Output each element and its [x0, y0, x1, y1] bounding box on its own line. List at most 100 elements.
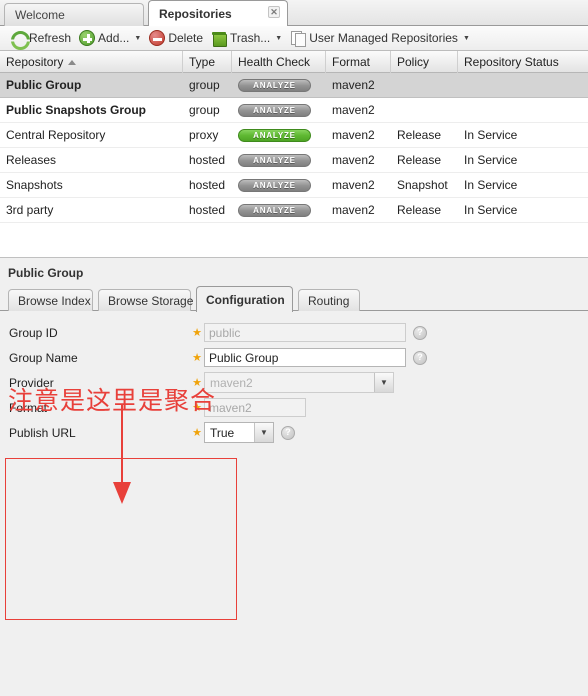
tab-label: Browse Storage	[108, 293, 194, 308]
tab-welcome[interactable]: Welcome	[4, 3, 144, 26]
detail-tabstrip: Browse Index Browse Storage Configuration R…	[0, 286, 588, 312]
cell-repository-status: In Service	[464, 203, 518, 217]
field-label: Publish URL	[9, 425, 76, 440]
tab-label: Routing	[308, 293, 350, 308]
column-header-type-label: Type	[189, 55, 216, 69]
trash-icon	[211, 30, 228, 47]
column-header-format[interactable]: Format	[326, 51, 391, 73]
tab-routing[interactable]: Routing	[298, 289, 360, 311]
cell-health-check: ANALYZE	[232, 73, 326, 98]
tab-browse-storage[interactable]: Browse Storage	[98, 289, 194, 311]
cell-repository: Public Snapshots Group	[6, 103, 147, 117]
trash-label: Trash...	[230, 31, 271, 45]
column-header-health-check-label: Health Check	[238, 55, 311, 69]
table-row[interactable]: Central Repository proxy ANALYZE maven2 Rele…	[0, 123, 588, 148]
form-row-provider: Provider ★ maven2 ▼	[0, 370, 588, 395]
tab-label: Configuration	[206, 292, 285, 307]
required-star-icon: ★	[192, 327, 202, 339]
help-icon[interactable]: ?	[413, 325, 427, 340]
cell-repository: Public Group	[6, 78, 82, 92]
cell-policy: Release	[397, 153, 442, 167]
table-row[interactable]: Snapshots hosted ANALYZE maven2 Snapshot In S…	[0, 173, 588, 198]
column-header-repository-status-label: Repository Status	[464, 55, 559, 69]
nexus-repositories-window: Welcome Repositories ✕ Refresh Add... ▼ …	[0, 0, 588, 696]
cell-format: maven2	[332, 153, 375, 167]
column-header-repository-label: Repository	[6, 55, 64, 69]
table-row[interactable]: Public Group group ANALYZE maven2	[0, 73, 588, 98]
pages-icon	[290, 30, 307, 47]
sort-ascending-icon	[68, 59, 77, 65]
cell-health-check: ANALYZE	[232, 98, 326, 123]
delete-label: Delete	[168, 31, 204, 45]
chevron-down-icon[interactable]: ▼	[254, 423, 273, 442]
cell-type: group	[189, 78, 220, 92]
delete-circle-icon	[149, 30, 166, 46]
field-label: Provider	[9, 375, 54, 390]
cell-format: maven2	[332, 103, 375, 117]
health-check-analyze-button[interactable]: ANALYZE	[238, 128, 311, 142]
select-value: True	[210, 425, 235, 440]
table-row[interactable]: 3rd party hosted ANALYZE maven2 Release In Se…	[0, 198, 588, 223]
tab-repositories[interactable]: Repositories ✕	[148, 0, 288, 26]
column-header-health-check[interactable]: Health Check	[232, 51, 326, 73]
chevron-down-icon[interactable]: ▼	[374, 373, 393, 392]
required-star-icon: ★	[192, 402, 202, 414]
cell-repository-status: In Service	[464, 153, 518, 167]
chevron-down-icon: ▼	[462, 34, 470, 42]
cell-repository: Releases	[6, 153, 57, 167]
tab-browse-index[interactable]: Browse Index	[8, 289, 93, 311]
health-check-analyze-button[interactable]: ANALYZE	[238, 203, 311, 217]
cell-repository-status: In Service	[464, 178, 518, 192]
add-button[interactable]: Add... ▼	[75, 28, 145, 49]
refresh-label: Refresh	[29, 31, 72, 45]
health-check-analyze-button[interactable]: ANALYZE	[238, 103, 311, 117]
cell-repository-status	[458, 73, 588, 98]
cell-type: group	[189, 103, 220, 117]
column-header-policy-label: Policy	[397, 55, 430, 69]
required-star-icon: ★	[192, 377, 202, 389]
column-header-type[interactable]: Type	[183, 51, 232, 73]
tab-repositories-label: Repositories	[159, 6, 232, 21]
cell-health-check: ANALYZE	[232, 148, 326, 173]
cell-repository: Central Repository	[6, 128, 106, 142]
cell-policy	[391, 98, 458, 123]
field-label: Group Name	[9, 350, 78, 365]
cell-health-check: ANALYZE	[232, 198, 326, 223]
close-icon[interactable]: ✕	[268, 6, 280, 18]
form-row-format: Format ★ maven2	[0, 395, 588, 420]
column-header-policy[interactable]: Policy	[391, 51, 458, 73]
grid-header-row: Repository Type Health Check Format Poli…	[0, 51, 588, 73]
column-header-repository[interactable]: Repository	[0, 51, 183, 73]
select-provider: maven2 ▼	[204, 372, 394, 393]
cell-repository-status	[458, 98, 588, 123]
refresh-icon	[10, 30, 26, 46]
trash-button[interactable]: Trash... ▼	[207, 28, 286, 49]
chevron-down-icon: ▼	[275, 34, 283, 42]
column-header-repository-status[interactable]: Repository Status	[458, 51, 588, 73]
cell-repository: Snapshots	[6, 178, 63, 192]
cell-policy	[391, 73, 458, 98]
select-publish-url[interactable]: True ▼	[204, 422, 274, 443]
tab-configuration[interactable]: Configuration	[196, 286, 293, 312]
repository-detail-panel: Public Group Browse Index Browse Storage C…	[0, 258, 588, 696]
cell-format: maven2	[332, 178, 375, 192]
cell-policy: Release	[397, 203, 442, 217]
help-icon[interactable]: ?	[413, 350, 427, 365]
input-group-name[interactable]: Public Group	[204, 348, 406, 367]
chevron-down-icon: ▼	[134, 34, 142, 42]
table-row[interactable]: Releases hosted ANALYZE maven2 Release In Ser…	[0, 148, 588, 173]
help-icon[interactable]: ?	[281, 425, 295, 440]
health-check-analyze-button[interactable]: ANALYZE	[238, 153, 311, 167]
cell-type: proxy	[189, 128, 219, 142]
cell-type: hosted	[189, 153, 226, 167]
form-row-publish-url: Publish URL ★ True ▼?	[0, 420, 588, 445]
main-tabstrip: Welcome Repositories ✕	[0, 0, 588, 26]
delete-button[interactable]: Delete	[145, 28, 207, 49]
table-row[interactable]: Public Snapshots Group group ANALYZE maven2	[0, 98, 588, 123]
health-check-analyze-button[interactable]: ANALYZE	[238, 78, 311, 92]
cell-health-check: ANALYZE	[232, 173, 326, 198]
user-managed-repositories-button[interactable]: User Managed Repositories ▼	[286, 28, 474, 49]
health-check-analyze-button[interactable]: ANALYZE	[238, 178, 311, 192]
add-label: Add...	[98, 31, 130, 45]
refresh-button[interactable]: Refresh	[6, 28, 75, 49]
